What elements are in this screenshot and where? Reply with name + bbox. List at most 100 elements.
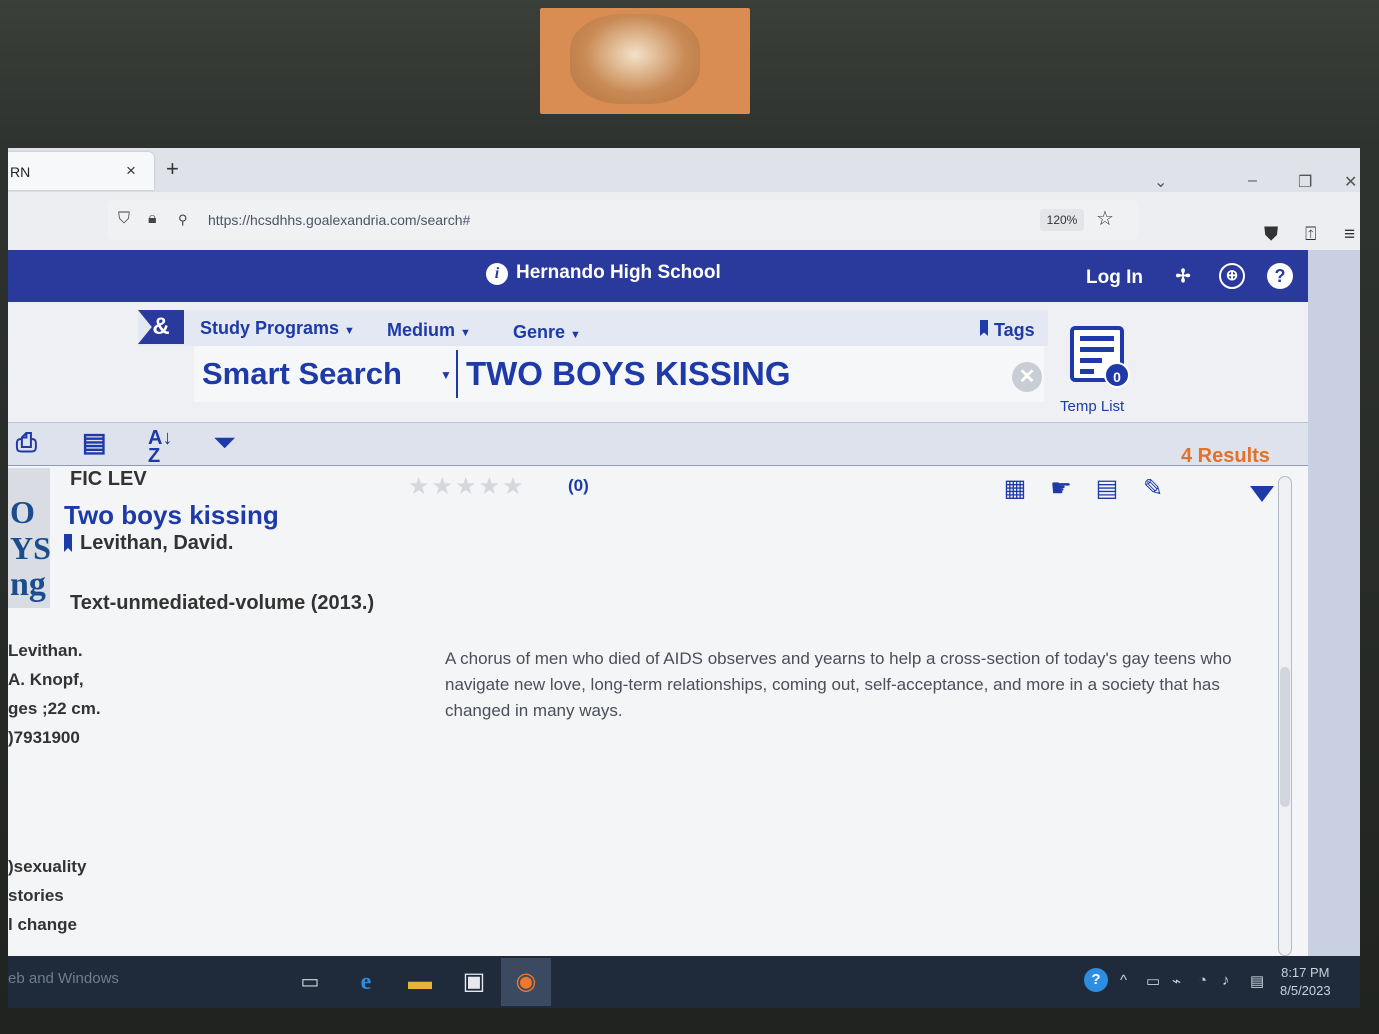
rating-count: (0) — [568, 476, 589, 495]
bookmark-icon — [64, 534, 72, 552]
search-input[interactable] — [466, 352, 986, 396]
browser-tab[interactable]: RN × — [8, 152, 154, 190]
result-details: Levithan. A. Knopf, ges ;22 cm. )7931900 — [8, 636, 101, 752]
taskbar-search[interactable]: eb and Windows — [8, 970, 119, 987]
alexandria-logo[interactable]: & — [138, 310, 184, 344]
chevron-down-icon: ▼ — [460, 327, 471, 339]
permissions-icon[interactable]: ⚲ — [178, 212, 188, 228]
cover-text: O — [10, 494, 35, 530]
temp-list-line — [1080, 347, 1114, 352]
result-scrollbar[interactable] — [1278, 476, 1292, 956]
firefox-taskbar-button[interactable]: ◉ — [501, 958, 551, 1006]
school-name-text: Hernando High School — [516, 262, 721, 283]
result-author[interactable]: Levithan, David. — [80, 532, 233, 555]
cover-text: YS — [10, 530, 50, 566]
battery-icon[interactable]: ▭ — [1146, 972, 1160, 990]
sticky-note-photo — [540, 8, 750, 114]
url-text[interactable]: https://hcsdhhs.goalexandria.com/search# — [208, 212, 470, 228]
cover-text: ng — [10, 566, 46, 603]
accessibility-icon[interactable]: ✢ — [1170, 263, 1196, 289]
star-rating[interactable]: ★★★★★ — [408, 472, 526, 501]
search-result-item: O YS ng FIC LEV ★★★★★ (0) Two boys kissi… — [8, 466, 1308, 992]
wifi-icon[interactable]: ◔ — [1198, 972, 1207, 989]
page-right-gutter — [1308, 250, 1360, 1008]
shield-icon[interactable]: ⛉ — [118, 210, 130, 228]
help-icon[interactable]: ? — [1267, 263, 1293, 289]
browser-nav-bar: ⛉ 🔒︎ ⚲ https://hcsdhhs.goalexandria.com/… — [8, 192, 1360, 250]
filter-icon[interactable]: ⏷ — [214, 427, 235, 459]
temp-list-button[interactable]: 0 Temp List — [1058, 326, 1148, 416]
search-divider — [456, 350, 458, 398]
minimize-icon[interactable]: – — [1248, 172, 1257, 190]
tags-button[interactable]: Tags — [980, 320, 1035, 341]
bookmark-star-icon[interactable]: ☆ — [1096, 206, 1114, 231]
chevron-down-icon: ▼ — [570, 329, 581, 341]
tab-close-icon[interactable]: × — [126, 161, 136, 181]
volume-icon[interactable]: ♪ — [1222, 972, 1230, 989]
tags-label: Tags — [994, 320, 1035, 340]
calendar-add-icon[interactable]: ▦ — [1000, 474, 1030, 504]
menu-medium[interactable]: Medium ▼ — [387, 320, 471, 341]
store-icon[interactable]: ▣ — [456, 964, 492, 1000]
expand-triangle-icon[interactable] — [1250, 486, 1274, 502]
app-body: & Study Programs ▼ Medium ▼ Genre ▼ Tags Sm… — [8, 302, 1308, 992]
tab-title: RN — [10, 164, 31, 180]
login-button[interactable]: Log In — [1086, 267, 1143, 289]
info-icon[interactable]: i — [486, 263, 508, 285]
share-icon[interactable]: ⍐ — [1305, 224, 1316, 246]
menu-genre[interactable]: Genre ▼ — [513, 322, 581, 343]
pocket-icon[interactable]: ⛊ — [1264, 224, 1278, 246]
scrollbar-thumb[interactable] — [1280, 667, 1290, 807]
laptop-screen: RN × + ⌄ – ❐ ✕ ⛉ 🔒︎ ⚲ https://hcsdhhs.go… — [8, 148, 1360, 1008]
search-mode-caret-icon[interactable]: ▼ — [440, 368, 452, 382]
result-summary: A chorus of men who died of AIDS observe… — [445, 649, 1232, 720]
clear-search-icon[interactable]: ✕ — [1012, 362, 1042, 392]
school-name[interactable]: i Hernando High School — [486, 262, 721, 285]
print-icon[interactable]: ⎙ — [16, 427, 37, 459]
add-to-list-icon[interactable]: ▤ — [82, 427, 107, 458]
subject-link[interactable]: )sexuality — [8, 852, 86, 881]
edge-browser-icon[interactable]: e — [348, 964, 384, 1000]
lock-icon[interactable]: 🔒︎ — [148, 210, 157, 228]
subject-link[interactable]: l change — [8, 910, 86, 939]
add-to-list-icon[interactable]: ▤ — [1092, 474, 1122, 504]
results-toolbar: ⎙ ▤ A↓ Z ⏷ 4 Results — [8, 422, 1308, 467]
result-title-link[interactable]: Two boys kissing — [64, 500, 279, 531]
result-subjects: )sexuality stories l change — [8, 852, 86, 939]
result-format: Text-unmediated-volume (2013.) — [70, 592, 375, 614]
browser-tab-bar: RN × + ⌄ – ❐ ✕ — [8, 148, 1360, 192]
subject-link[interactable]: stories — [8, 881, 86, 910]
puppy-image — [570, 14, 700, 104]
tab-list-chevron-icon[interactable]: ⌄ — [1154, 172, 1167, 192]
file-explorer-icon[interactable]: ▬ — [402, 964, 438, 1000]
help-tray-icon[interactable]: ? — [1084, 968, 1108, 992]
menu-hamburger-icon[interactable]: ≡ — [1344, 224, 1355, 246]
edit-icon[interactable]: ✎ — [1138, 474, 1168, 504]
network-off-icon[interactable]: ⌁ — [1172, 972, 1181, 990]
task-view-icon[interactable]: ▭ — [292, 964, 328, 1000]
restore-icon[interactable]: ❐ — [1298, 172, 1312, 192]
app-header: i Hernando High School Log In ✢ ⊕ ? — [8, 250, 1308, 302]
close-window-icon[interactable]: ✕ — [1344, 172, 1357, 192]
url-bar[interactable]: ⛉ 🔒︎ ⚲ https://hcsdhhs.goalexandria.com/… — [108, 200, 1138, 240]
temp-list-label: Temp List — [1060, 398, 1125, 415]
sort-az-icon[interactable]: A↓ Z — [148, 428, 172, 466]
temp-list-count-badge: 0 — [1104, 362, 1130, 388]
search-bar: Smart Search ▼ ✕ — [194, 346, 1044, 402]
search-mode-select[interactable]: Smart Search — [202, 356, 402, 392]
menu-study-programs-label: Study Programs — [200, 318, 340, 338]
hold-hand-icon[interactable]: ☛ — [1046, 474, 1076, 504]
taskbar-clock[interactable]: 8:17 PM 8/5/2023 — [1280, 964, 1331, 1000]
book-cover-image[interactable]: O YS ng — [8, 468, 50, 608]
tray-chevron-up-icon[interactable]: ^ — [1120, 972, 1127, 989]
notifications-icon[interactable]: ▤ — [1250, 972, 1264, 990]
results-count: 4 Results — [1181, 445, 1270, 467]
menu-medium-label: Medium — [387, 320, 456, 340]
windows-taskbar: eb and Windows ▭ e ▬ ▣ ◉ ? ^ ▭ ⌁ ◔ ♪ ▤ 8… — [8, 956, 1360, 1008]
globe-icon[interactable]: ⊕ — [1219, 263, 1245, 289]
menu-study-programs[interactable]: Study Programs ▼ — [200, 318, 355, 339]
detail-line: A. Knopf, — [8, 670, 84, 689]
zoom-level-badge[interactable]: 120% — [1040, 209, 1084, 231]
new-tab-icon[interactable]: + — [166, 156, 179, 182]
detail-line: )7931900 — [8, 728, 80, 747]
